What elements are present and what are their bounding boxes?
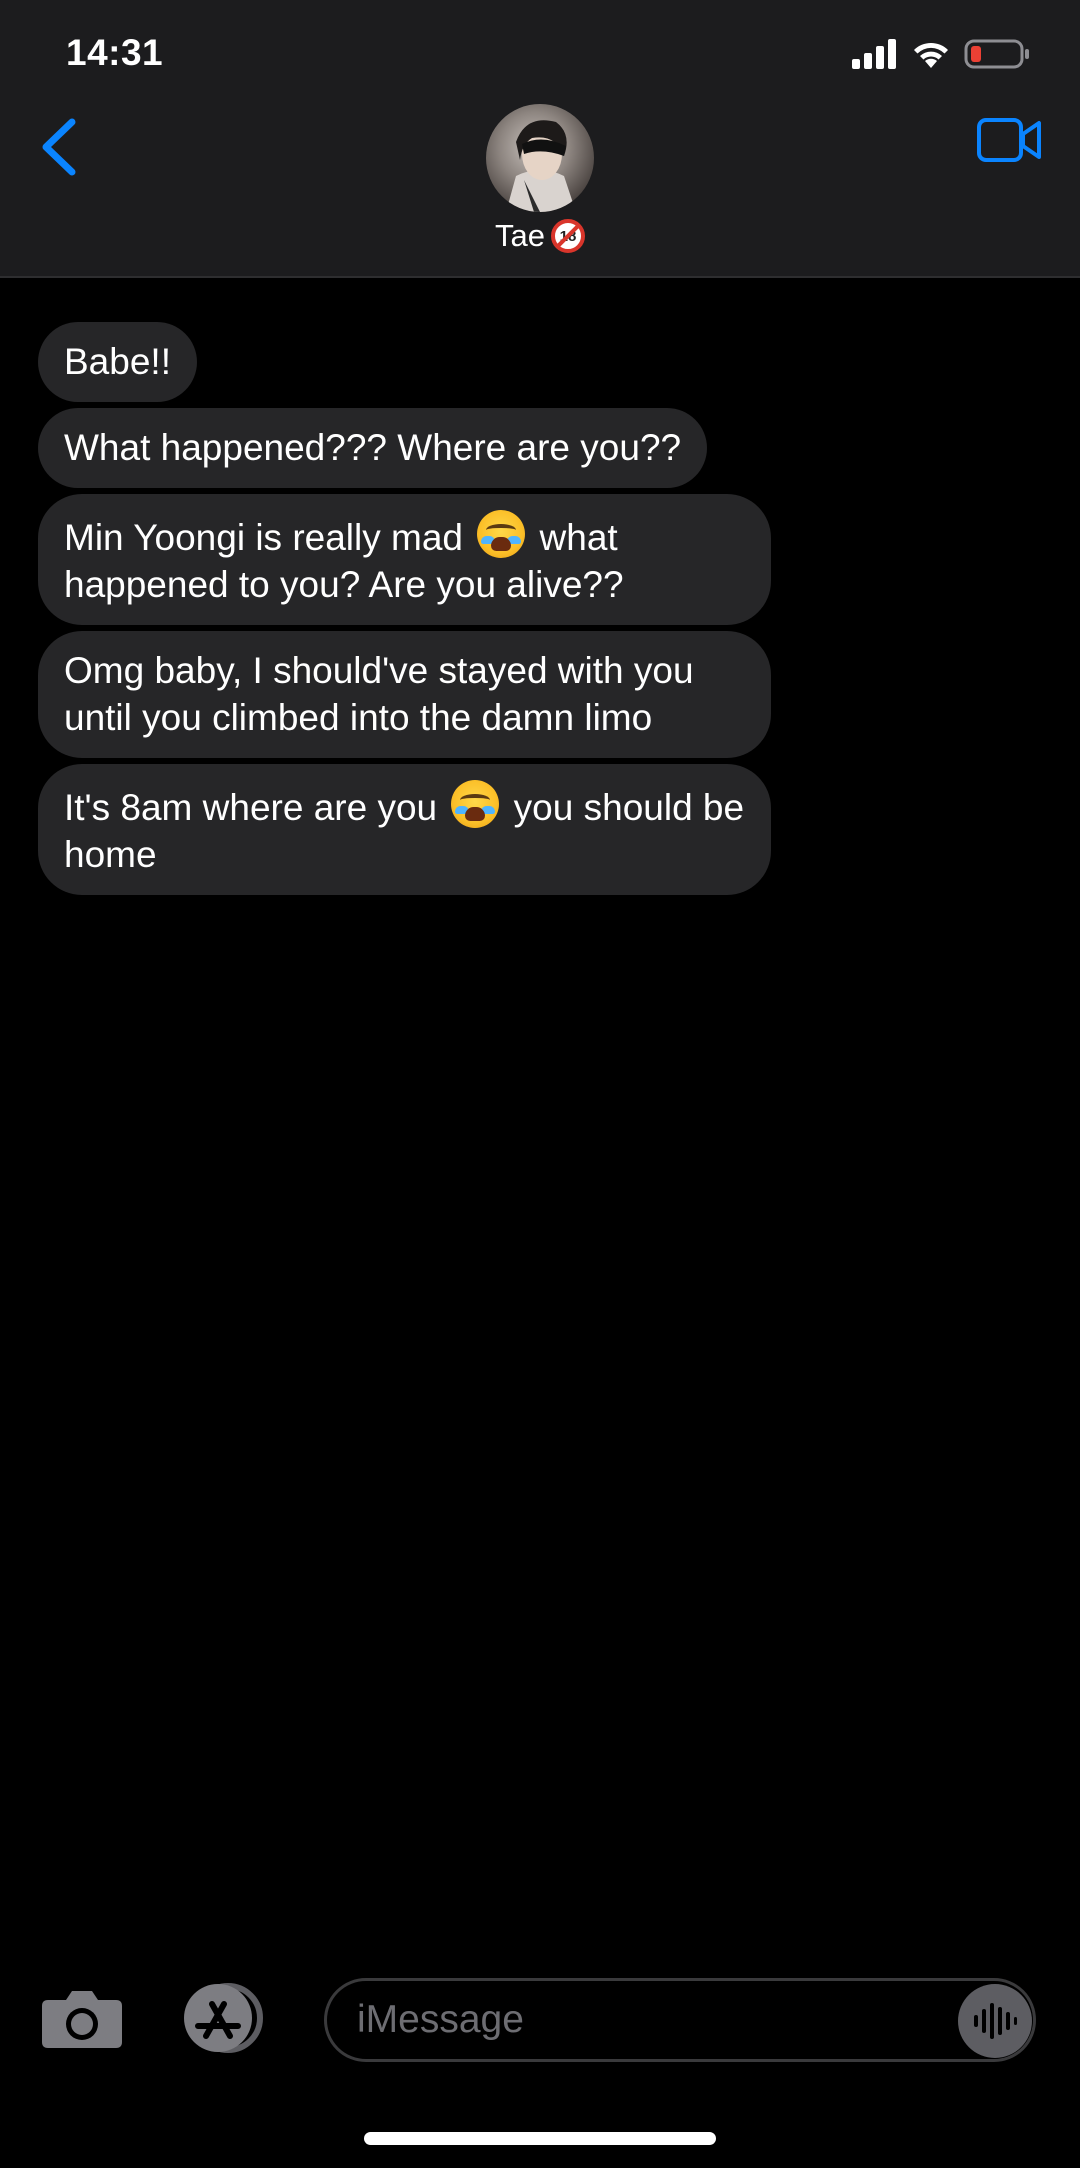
conversation-header: 14:31 Tae 18 [0,0,1080,278]
message-text: Babe!! [64,341,171,382]
message-text: What happened??? Where are you?? [64,427,682,468]
message-text: Omg baby, I should've stayed with you un… [64,650,694,738]
dictation-button[interactable] [958,1984,1032,2058]
home-indicator[interactable] [364,2132,716,2145]
badge-label: 18 [559,227,577,245]
status-icons [852,34,1030,74]
message-bubble[interactable]: What happened??? Where are you?? [38,408,708,488]
message-list: Babe!! What happened??? Where are you?? … [16,322,1038,897]
message-text: Min Yoongi is really mad [64,517,474,558]
message-bubble[interactable]: Min Yoongi is really mad what happened t… [38,494,771,625]
waveform-icon [974,2003,1017,2039]
contact-info[interactable]: Tae 18 [440,104,640,254]
app-store-icon [184,1983,263,2053]
no-under-18-icon: 18 [550,219,585,253]
cellular-signal-icon [852,39,896,69]
wifi-icon [914,42,948,68]
status-time: 14:31 [66,32,164,73]
chevron-left-icon [42,118,76,176]
video-call-button[interactable] [976,116,1042,164]
message-bubble[interactable]: Omg baby, I should've stayed with you un… [38,631,771,758]
message-bubble[interactable]: Babe!! [38,322,197,402]
message-input[interactable] [324,1978,1036,2062]
app-store-button[interactable] [176,1982,272,2054]
camera-button[interactable] [40,1988,124,2050]
messages-screen: 14:31 Tae 18 Babe!! What happened??? Whe… [0,0,1080,2168]
avatar-photo [506,120,576,212]
camera-icon [42,1991,122,2048]
contact-name: Tae [495,218,545,253]
loudly-crying-face-emoji [477,510,526,558]
contact-name-row: Tae 18 [440,218,640,254]
back-button[interactable] [36,112,86,182]
battery-low-icon [964,39,1029,69]
avatar [486,104,594,212]
video-camera-icon [977,118,1041,162]
message-text: It's 8am where are you [64,787,448,828]
loudly-crying-face-emoji [451,780,500,828]
message-bubble[interactable]: It's 8am where are you you should be hom… [16,764,771,897]
